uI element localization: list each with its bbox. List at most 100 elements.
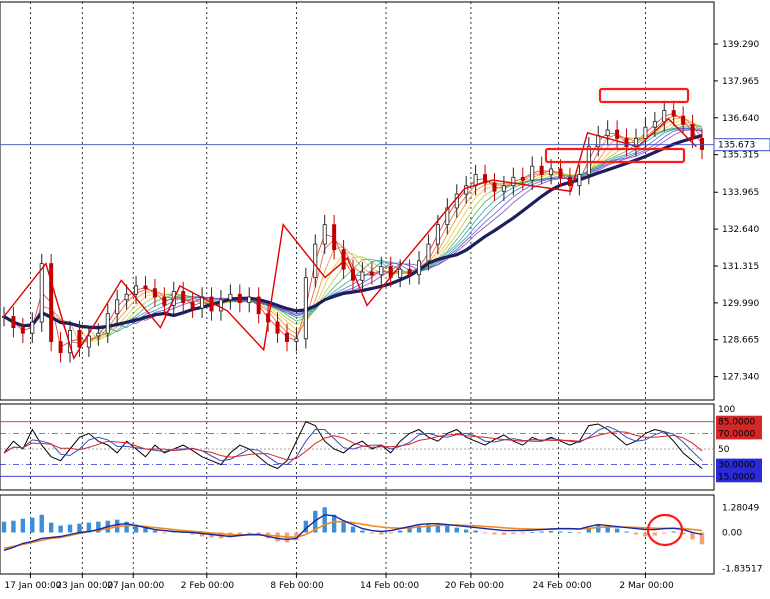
macd-histogram-bar[interactable] [643,532,648,537]
macd-histogram-bar[interactable] [624,531,629,533]
candle-body[interactable] [473,174,478,187]
candle-body[interactable] [662,110,667,123]
candle-body[interactable] [407,268,412,276]
candle-body[interactable] [530,165,535,181]
candle-body[interactable] [605,129,610,136]
candle-body[interactable] [237,293,242,303]
candle-body[interactable] [690,124,695,139]
candle-body[interactable] [30,321,35,334]
candle-body[interactable] [105,313,110,334]
macd-histogram-bar[interactable] [77,523,82,533]
candle-body[interactable] [11,316,16,329]
candle-body[interactable] [181,291,186,303]
candle-body[interactable] [511,176,516,187]
candle-body[interactable] [492,182,497,192]
macd-histogram-bar[interactable] [388,532,393,534]
candle-body[interactable] [218,299,223,312]
candle-body[interactable] [115,299,120,315]
macd-histogram-bar[interactable] [558,531,563,533]
macd-histogram-bar[interactable] [331,514,337,533]
candle-body[interactable] [228,293,233,301]
macd-histogram-bar[interactable] [152,530,158,533]
candle-body[interactable] [2,316,7,318]
macd-histogram-bar[interactable] [492,532,497,535]
candle-body[interactable] [313,243,318,278]
macd-histogram-bar[interactable] [501,532,507,535]
candle-body[interactable] [20,327,25,334]
candle-body[interactable] [558,168,563,178]
candle-body[interactable] [332,224,337,251]
candle-body[interactable] [124,293,129,301]
macd-histogram-bar[interactable] [530,532,535,533]
macd-histogram-bar[interactable] [360,530,365,533]
candle-body[interactable] [464,185,469,195]
macd-histogram-bar[interactable] [247,532,252,534]
macd-histogram-bar[interactable] [350,526,356,533]
candle-body[interactable] [341,249,346,270]
candle-body[interactable] [700,137,705,150]
candle-body[interactable] [539,165,544,175]
chart-canvas[interactable]: 139.290 137.965 136.640 135.315 133.965 132.6… [0,0,770,595]
candle-body[interactable] [152,288,157,298]
macd-histogram-bar[interactable] [162,532,167,534]
macd-histogram-bar[interactable] [20,518,26,533]
macd-histogram-bar[interactable] [48,522,54,533]
candle-body[interactable] [624,137,629,148]
candle-body[interactable] [39,263,44,323]
macd-histogram-bar[interactable] [567,532,573,533]
macd-histogram-bar[interactable] [379,532,384,535]
candle-body[interactable] [134,285,139,295]
macd-histogram-bar[interactable] [67,524,73,533]
candle-body[interactable] [58,341,63,354]
candle-body[interactable] [284,332,289,342]
macd-histogram-bar[interactable] [690,532,695,540]
candle-body[interactable] [294,338,299,342]
candle-body[interactable] [256,296,261,315]
macd-histogram-bar[interactable] [322,507,327,533]
candle-body[interactable] [77,330,82,348]
macd-histogram-bar[interactable] [11,520,16,533]
candle-body[interactable] [322,224,327,245]
macd-histogram-bar[interactable] [511,532,516,535]
macd-histogram-bar[interactable] [473,530,478,533]
candle-body[interactable] [435,224,440,245]
macd-histogram-bar[interactable] [1,521,7,533]
macd-histogram-bar[interactable] [341,521,346,533]
macd-histogram-bar[interactable] [520,532,525,534]
candle-body[interactable] [303,277,308,340]
macd-histogram-bar[interactable] [58,525,63,533]
macd-histogram-bar[interactable] [671,531,676,533]
macd-histogram-bar[interactable] [445,525,450,533]
candle-body[interactable] [615,129,620,139]
macd-histogram-bar[interactable] [30,517,35,533]
macd-histogram-bar[interactable] [652,532,658,536]
candle-body[interactable] [501,185,506,192]
candle-body[interactable] [426,243,431,262]
candle-body[interactable] [577,174,582,187]
candle-body[interactable] [643,126,648,139]
macd-histogram-bar[interactable] [633,532,639,535]
candle-body[interactable] [549,168,554,175]
candle-body[interactable] [398,268,403,278]
candle-body[interactable] [143,285,148,290]
candle-body[interactable] [190,302,195,309]
macd-histogram-bar[interactable] [463,529,469,533]
candle-body[interactable] [86,335,91,348]
macd-histogram-bar[interactable] [397,530,403,533]
candle-body[interactable] [379,266,384,276]
candle-body[interactable] [247,296,252,303]
macd-histogram-bar[interactable] [454,527,459,533]
macd-histogram-bar[interactable] [39,514,44,533]
candle-body[interactable] [96,332,101,337]
macd-histogram-bar[interactable] [662,532,667,534]
candle-body[interactable] [417,260,422,276]
candle-body[interactable] [275,321,280,334]
macd-histogram-bar[interactable] [614,528,620,533]
macd-histogram-bar[interactable] [369,532,375,534]
candle-body[interactable] [567,176,572,187]
candle-body[interactable] [652,121,657,128]
candle-body[interactable] [520,176,525,181]
macd-histogram-bar[interactable] [539,531,544,533]
candle-body[interactable] [360,271,365,281]
candle-body[interactable] [671,110,676,117]
